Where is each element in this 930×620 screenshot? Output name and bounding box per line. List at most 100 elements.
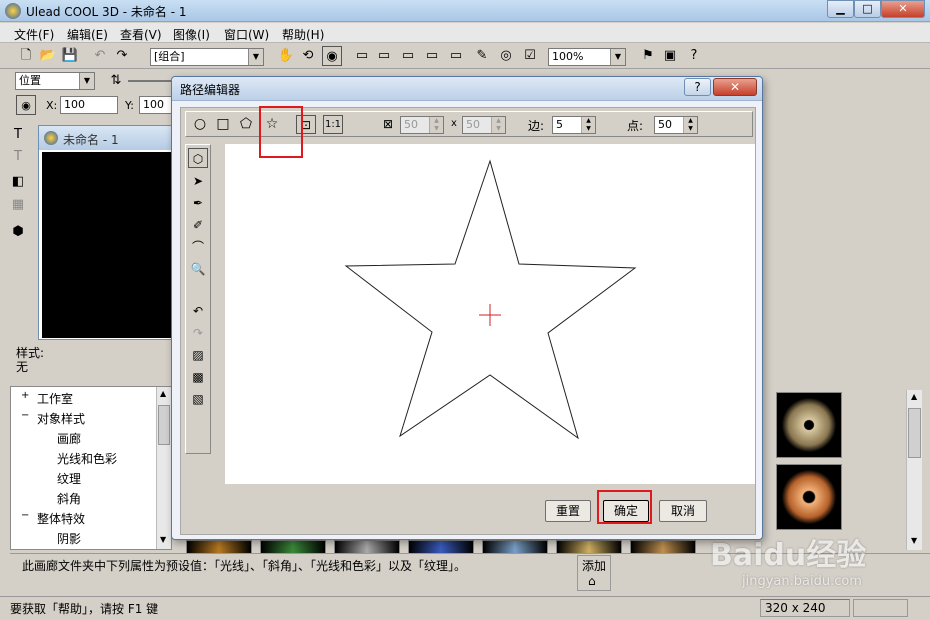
tree-scroll-thumb[interactable] — [158, 405, 170, 445]
tree-item-light-color[interactable]: 光线和色彩 — [57, 450, 117, 467]
slider-track[interactable] — [128, 80, 173, 82]
scroll-up-icon[interactable]: ▲ — [160, 389, 166, 398]
gallery-thumbnail[interactable] — [260, 540, 326, 554]
size-tool-icon[interactable]: ◉ — [322, 46, 342, 66]
menu-edit[interactable]: 编辑(E) — [67, 26, 108, 43]
color-icon[interactable]: ☑ — [520, 46, 540, 66]
ratio-icon[interactable]: 1:1 — [323, 115, 343, 134]
object-5-icon[interactable]: ▭ — [446, 46, 466, 66]
maximize-button[interactable]: □ — [854, 0, 881, 18]
gallery-scroll-thumb[interactable] — [908, 408, 921, 458]
scroll-up-icon[interactable]: ▲ — [911, 392, 917, 401]
menu-help[interactable]: 帮助(H) — [282, 26, 324, 43]
y-input[interactable]: 100 — [139, 96, 174, 114]
select-arrow-icon[interactable]: ➤ — [188, 171, 208, 191]
tree-item-studio[interactable]: 工作室 — [37, 390, 73, 407]
gallery-thumbnail[interactable] — [556, 540, 622, 554]
geometry-tool-icon[interactable]: ⬢ — [8, 222, 28, 242]
tree-expander-studio[interactable]: + — [21, 390, 29, 401]
object-3-icon[interactable]: ▭ — [398, 46, 418, 66]
position-combo[interactable]: 位置 ▼ — [15, 72, 95, 90]
trace-image-icon[interactable]: ▩ — [188, 367, 208, 387]
rotate-tool-icon[interactable]: ⟲ — [298, 46, 318, 66]
sides-spinner[interactable]: 5 ▲ ▼ — [552, 116, 596, 134]
path-drawing-area[interactable] — [225, 144, 755, 484]
open-folder-icon[interactable]: 📂 — [38, 46, 58, 66]
circle-shape-icon[interactable]: ○ — [190, 115, 210, 134]
menu-file[interactable]: 文件(F) — [14, 26, 54, 43]
tree-item-gallery[interactable]: 画廊 — [57, 430, 81, 447]
zoom-combo[interactable]: 100% ▼ — [548, 48, 626, 66]
reset-button[interactable]: 重置 — [545, 500, 591, 522]
rectangle-shape-icon[interactable]: □ — [213, 115, 233, 134]
hand-tool-icon[interactable]: ✋ — [276, 46, 296, 66]
document-canvas[interactable] — [42, 152, 177, 338]
add-button[interactable]: 添加 ⌂ — [577, 555, 611, 591]
new-file-icon[interactable]: 🗋 — [16, 46, 36, 66]
cancel-button[interactable]: 取消 — [659, 500, 707, 522]
delete-point-icon[interactable]: ✐ — [188, 215, 208, 235]
camera-icon[interactable]: ✎ — [472, 46, 492, 66]
spinner-arrows-icon[interactable]: ▲ ▼ — [581, 117, 595, 133]
size-lock-icon[interactable]: ⊠ — [378, 115, 398, 134]
redo-icon[interactable]: ↷ — [188, 323, 208, 343]
add-point-icon[interactable]: ✒ — [188, 193, 208, 213]
graphics-tool-icon[interactable]: ▦ — [8, 195, 28, 215]
object-4-icon[interactable]: ▭ — [422, 46, 442, 66]
x-input[interactable]: 100 — [60, 96, 118, 114]
dialog-close-button[interactable]: ✕ — [713, 78, 757, 96]
points-spinner[interactable]: 50 ▲ ▼ — [654, 116, 698, 134]
close-button[interactable]: ✕ — [881, 0, 925, 18]
gallery-thumbnail[interactable] — [334, 540, 400, 554]
group-combo[interactable]: [组合] ▼ — [150, 48, 264, 66]
edit-text-icon[interactable]: T — [8, 147, 28, 167]
gallery-thumbnail[interactable] — [482, 540, 548, 554]
spinner-arrows-icon[interactable]: ▲ ▼ — [683, 117, 697, 133]
tree-expander-global-fx[interactable]: − — [21, 510, 29, 521]
tree-item-texture[interactable]: 纹理 — [57, 470, 81, 487]
text-tool-icon[interactable]: T — [8, 125, 28, 145]
object-2-icon[interactable]: ▭ — [374, 46, 394, 66]
gallery-thumbnail[interactable] — [186, 540, 252, 554]
minimize-button[interactable]: ▁ — [827, 0, 854, 18]
gallery-thumbnail[interactable] — [630, 540, 696, 554]
preview-icon[interactable]: ▣ — [660, 46, 680, 66]
background-image-icon[interactable]: ▧ — [188, 389, 208, 409]
undo-icon[interactable]: ↶ — [188, 301, 208, 321]
gallery-thumbnail[interactable] — [776, 392, 842, 458]
dialog-help-button[interactable]: ? — [684, 78, 711, 96]
menu-view[interactable]: 查看(V) — [120, 26, 162, 43]
zoom-icon[interactable]: 🔍 — [188, 259, 208, 279]
star-path[interactable] — [344, 159, 637, 440]
object-1-icon[interactable]: ▭ — [352, 46, 372, 66]
tree-expander-object-style[interactable]: − — [21, 410, 29, 421]
undo-icon[interactable]: ↶ — [90, 46, 110, 66]
context-help-icon[interactable]: ? — [684, 46, 704, 66]
polygon-tool-icon[interactable]: ⬡ — [188, 148, 208, 168]
import-image-icon[interactable]: ▨ — [188, 345, 208, 365]
spinner-arrows-icon: ▲ ▼ — [429, 117, 443, 133]
shape-tool-icon[interactable]: ◧ — [8, 172, 28, 192]
tree-scrollbar[interactable]: ▲ ▼ — [156, 387, 171, 549]
scroll-down-icon[interactable]: ▼ — [160, 535, 166, 544]
save-icon[interactable]: 💾 — [60, 46, 80, 66]
tree-item-shadow[interactable]: 阴影 — [57, 530, 81, 547]
menu-image[interactable]: 图像(I) — [173, 26, 210, 43]
redo-icon[interactable]: ↷ — [112, 46, 132, 66]
tree-item-global-fx[interactable]: 整体特效 — [37, 510, 85, 527]
gallery-thumbnail[interactable] — [408, 540, 474, 554]
pentagon-shape-icon[interactable]: ⬠ — [236, 115, 256, 134]
globe-icon[interactable]: ◎ — [496, 46, 516, 66]
gallery-thumbnail[interactable] — [776, 464, 842, 530]
slider-arrows-icon[interactable]: ⇅ — [106, 71, 126, 91]
tree-item-bevel[interactable]: 斜角 — [57, 490, 81, 507]
gallery-scrollbar[interactable]: ▲ ▼ — [906, 390, 922, 550]
menu-window[interactable]: 窗口(W) — [224, 26, 269, 43]
add-label: 添加 — [582, 559, 607, 573]
convert-point-icon[interactable]: ⌒ — [188, 237, 208, 257]
position-icon[interactable]: ◉ — [16, 95, 36, 115]
tree-item-object-style[interactable]: 对象样式 — [37, 410, 85, 427]
style-panel: 样式: 无 — [10, 343, 180, 381]
document-icon — [44, 131, 58, 145]
ulead-icon[interactable]: ⚑ — [638, 46, 658, 66]
